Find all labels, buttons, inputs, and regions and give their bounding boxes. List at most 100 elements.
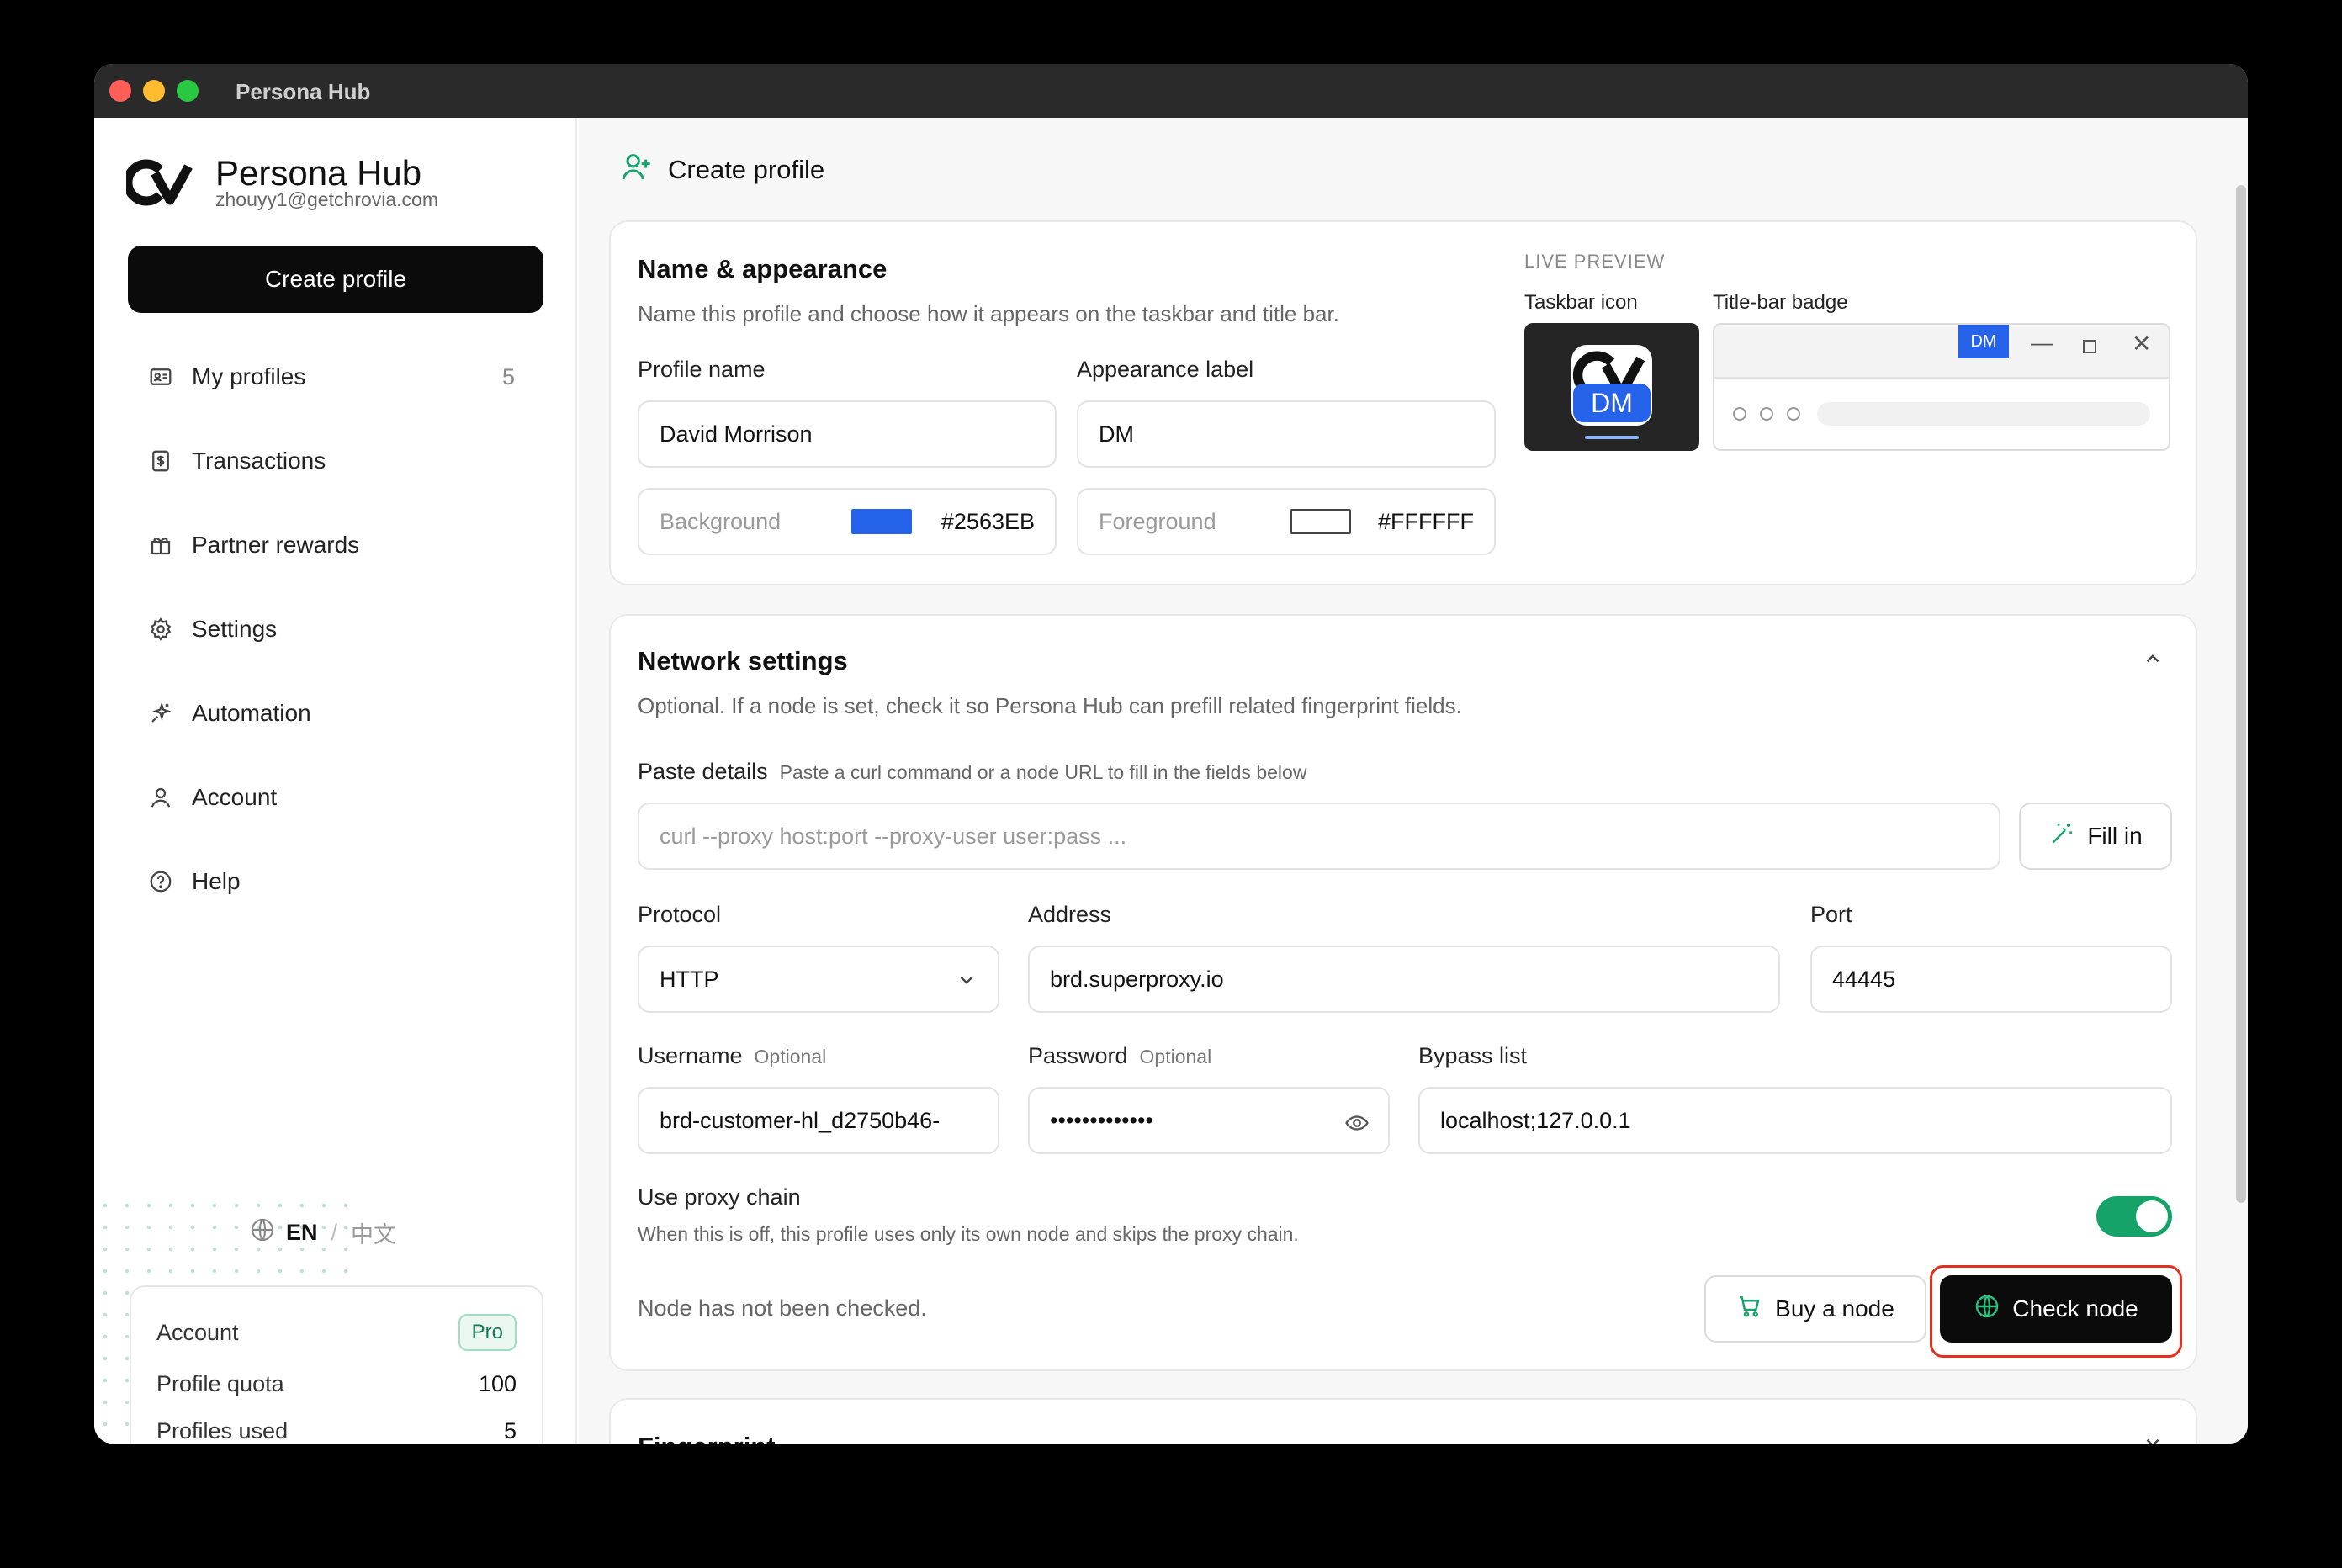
lang-en-option[interactable]: EN [286, 1220, 318, 1246]
fill-in-button[interactable]: Fill in [2019, 803, 2172, 870]
background-swatch[interactable] [851, 509, 912, 534]
titlebar-preview: DM — ✕ [1713, 323, 2170, 451]
node-status-text: Node has not been checked. [638, 1295, 927, 1321]
sidebar-item-label: Help [192, 868, 241, 894]
sidebar: Persona Hub zhouyy1@getchrovia.com Creat… [94, 118, 577, 1444]
receipt-icon [146, 447, 175, 475]
proxy-chain-label: Use proxy chain [638, 1184, 801, 1210]
help-circle-icon [146, 867, 175, 896]
taskbar-active-indicator [1585, 436, 1639, 439]
optional-tag: Optional [754, 1046, 827, 1067]
sidebar-item-label: Automation [192, 700, 311, 726]
titlebar-badge: DM [1958, 325, 2009, 358]
paste-details-label: Paste details Paste a curl command or a n… [638, 759, 1306, 785]
bypass-list-input[interactable]: localhost;127.0.0.1 [1418, 1087, 2172, 1154]
app-window: Persona Hub Persona Hub zhouyy1@getchrov… [94, 64, 2248, 1444]
account-row: Account Pro [156, 1314, 517, 1351]
sidebar-item-transactions[interactable]: Transactions [128, 431, 543, 491]
port-label: Port [1810, 902, 1852, 927]
paste-label-text: Paste details [638, 759, 768, 784]
appearance-card: Name & appearance Name this profile and … [609, 220, 2197, 585]
bypass-list-label: Bypass list [1418, 1043, 1528, 1068]
port-input[interactable]: 44445 [1810, 946, 2172, 1013]
taskbar-icon-label: Taskbar icon [1524, 291, 1638, 314]
paste-details-input[interactable]: curl --proxy host:port --proxy-user user… [638, 803, 2000, 870]
account-label: Account [156, 1319, 239, 1345]
preview-address-bar [1817, 402, 2150, 426]
background-label: Background [660, 508, 782, 534]
gift-icon [146, 531, 175, 559]
preview-dot-icon [1733, 407, 1746, 421]
proxy-chain-hint: When this is off, this profile uses only… [638, 1223, 1299, 1245]
password-label: Password Optional [1028, 1043, 1211, 1069]
appearance-subtitle: Name this profile and choose how it appe… [638, 301, 1339, 326]
sidebar-item-settings[interactable]: Settings [128, 599, 543, 660]
sidebar-item-my-profiles[interactable]: My profiles 5 [128, 347, 543, 407]
password-input[interactable]: ••••••••••••• [1028, 1087, 1390, 1154]
quota-label: Profile quota [156, 1371, 284, 1396]
maximize-window-button[interactable] [177, 80, 199, 102]
sidebar-item-partner-rewards[interactable]: Partner rewards [128, 515, 543, 575]
password-label-text: Password [1028, 1043, 1128, 1068]
chevron-up-icon[interactable] [2142, 648, 2164, 674]
sidebar-item-automation[interactable]: Automation [128, 683, 543, 744]
protocol-value: HTTP [660, 966, 719, 992]
network-title: Network settings [638, 646, 848, 675]
id-card-icon [146, 363, 175, 391]
persona-hub-logo-icon [126, 159, 193, 206]
fingerprint-title: Fingerprint [638, 1432, 776, 1444]
create-profile-button[interactable]: Create profile [128, 246, 543, 313]
plan-badge: Pro [458, 1314, 517, 1351]
sparkle-icon [146, 699, 175, 728]
optional-tag: Optional [1139, 1046, 1212, 1067]
background-color-field[interactable]: Background #2563EB [638, 488, 1057, 555]
paste-placeholder: curl --proxy host:port --proxy-user user… [660, 823, 1127, 849]
taskbar-app-icon: DM [1571, 345, 1652, 426]
preview-dot-icon [1760, 407, 1773, 421]
cart-icon [1736, 1293, 1763, 1326]
paste-hint: Paste a curl command or a node URL to fi… [779, 761, 1307, 783]
username-input[interactable]: brd-customer-hl_d2750b46- [638, 1087, 999, 1154]
close-icon: ✕ [2132, 331, 2152, 357]
buy-node-button[interactable]: Buy a node [1704, 1275, 1926, 1343]
sidebar-item-help[interactable]: Help [128, 851, 543, 912]
sidebar-item-label: Partner rewards [192, 532, 360, 558]
appearance-label-label: Appearance label [1077, 357, 1254, 382]
foreground-color-field[interactable]: Foreground #FFFFFF [1077, 488, 1496, 555]
appearance-title: Name & appearance [638, 254, 888, 283]
maximize-icon [2083, 340, 2096, 353]
profile-name-input[interactable]: David Morrison [638, 400, 1057, 468]
fingerprint-card: Fingerprint [609, 1398, 2197, 1444]
account-card: Account Pro Profile quota 100 Profiles u… [130, 1285, 543, 1444]
chevron-down-icon[interactable] [2142, 1432, 2164, 1444]
taskbar-icon-preview: DM [1524, 323, 1699, 451]
preview-titlebar [1714, 325, 2169, 379]
protocol-select[interactable]: HTTP [638, 946, 999, 1013]
live-preview-caption: LIVE PREVIEW [1524, 251, 1666, 272]
profile-name-label: Profile name [638, 357, 766, 382]
scrollbar[interactable] [2236, 185, 2246, 1203]
lang-zh-option[interactable]: 中文 [351, 1216, 396, 1249]
appearance-label-input[interactable]: DM [1077, 400, 1496, 468]
taskbar-badge: DM [1573, 384, 1651, 422]
page-title: Create profile [619, 150, 824, 190]
chevron-down-icon [956, 969, 978, 997]
used-label: Profiles used [156, 1418, 289, 1444]
protocol-label: Protocol [638, 902, 722, 927]
proxy-chain-toggle[interactable] [2096, 1196, 2172, 1237]
eye-icon[interactable] [1344, 1110, 1370, 1142]
language-switcher: EN / 中文 [249, 1216, 396, 1249]
sidebar-item-account[interactable]: Account [128, 767, 543, 828]
foreground-swatch[interactable] [1290, 509, 1351, 534]
lang-separator: / [331, 1220, 338, 1245]
address-input[interactable]: brd.superproxy.io [1028, 946, 1780, 1013]
sidebar-item-label: Settings [192, 616, 278, 642]
foreground-hex: #FFFFFF [1378, 508, 1474, 534]
foreground-label: Foreground [1099, 508, 1216, 534]
check-node-highlight [1930, 1265, 2182, 1358]
close-window-button[interactable] [109, 80, 131, 102]
quota-value: 100 [478, 1371, 517, 1396]
minimize-icon: — [2031, 330, 2053, 355]
minimize-window-button[interactable] [143, 80, 165, 102]
sidebar-item-label: My profiles [192, 363, 306, 389]
